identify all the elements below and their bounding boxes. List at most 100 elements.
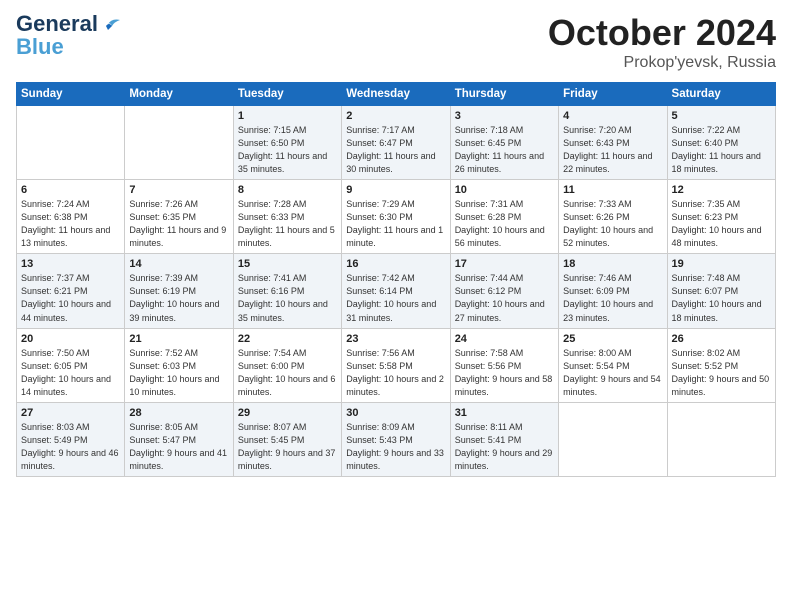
col-header-friday: Friday (559, 83, 667, 106)
day-number: 30 (346, 407, 445, 419)
day-info: Sunrise: 8:11 AMSunset: 5:41 PMDaylight:… (455, 421, 554, 473)
col-header-sunday: Sunday (17, 83, 125, 106)
day-info: Sunrise: 8:00 AMSunset: 5:54 PMDaylight:… (563, 347, 662, 399)
day-cell: 13 Sunrise: 7:37 AMSunset: 6:21 PMDayligh… (17, 254, 125, 328)
day-info: Sunrise: 7:56 AMSunset: 5:58 PMDaylight:… (346, 347, 445, 399)
day-cell: 24 Sunrise: 7:58 AMSunset: 5:56 PMDayligh… (450, 328, 558, 402)
day-number: 22 (238, 333, 337, 345)
day-cell: 17 Sunrise: 7:44 AMSunset: 6:12 PMDayligh… (450, 254, 558, 328)
month-title: October 2024 (548, 12, 776, 54)
day-info: Sunrise: 7:18 AMSunset: 6:45 PMDaylight:… (455, 124, 554, 176)
day-info: Sunrise: 8:02 AMSunset: 5:52 PMDaylight:… (672, 347, 771, 399)
week-row-5: 27 Sunrise: 8:03 AMSunset: 5:49 PMDayligh… (17, 402, 776, 476)
week-row-4: 20Sunrise: 7:50 AMSunset: 6:05 PMDayligh… (17, 328, 776, 402)
col-header-thursday: Thursday (450, 83, 558, 106)
day-number: 15 (238, 258, 337, 270)
day-cell: 16 Sunrise: 7:42 AMSunset: 6:14 PMDayligh… (342, 254, 450, 328)
day-number: 27 (21, 407, 120, 419)
day-cell: 9Sunrise: 7:29 AMSunset: 6:30 PMDaylight… (342, 180, 450, 254)
day-number: 9 (346, 184, 445, 196)
day-info: Sunrise: 7:37 AMSunset: 6:21 PMDaylight:… (21, 272, 120, 324)
day-number: 5 (672, 110, 771, 122)
day-info: Sunrise: 7:42 AMSunset: 6:14 PMDaylight:… (346, 272, 445, 324)
day-info: Sunrise: 7:58 AMSunset: 5:56 PMDaylight:… (455, 347, 554, 399)
day-cell: 1 Sunrise: 7:15 AMSunset: 6:50 PMDaylight… (233, 106, 341, 180)
col-header-tuesday: Tuesday (233, 83, 341, 106)
day-number: 31 (455, 407, 554, 419)
day-number: 19 (672, 258, 771, 270)
location: Prokop'yevsk, Russia (548, 54, 776, 72)
day-cell (667, 402, 775, 476)
day-number: 8 (238, 184, 337, 196)
day-cell: 11 Sunrise: 7:33 AMSunset: 6:26 PMDayligh… (559, 180, 667, 254)
day-cell: 7Sunrise: 7:26 AMSunset: 6:35 PMDaylight… (125, 180, 233, 254)
day-cell: 2 Sunrise: 7:17 AMSunset: 6:47 PMDaylight… (342, 106, 450, 180)
day-number: 14 (129, 258, 228, 270)
day-cell (125, 106, 233, 180)
day-cell: 27 Sunrise: 8:03 AMSunset: 5:49 PMDayligh… (17, 402, 125, 476)
calendar-table: SundayMondayTuesdayWednesdayThursdayFrid… (16, 82, 776, 477)
day-number: 10 (455, 184, 554, 196)
day-info: Sunrise: 7:28 AMSunset: 6:33 PMDaylight:… (238, 198, 337, 250)
day-number: 17 (455, 258, 554, 270)
page-container: General Blue October 2024 Prokop'yevsk, … (0, 0, 792, 485)
day-info: Sunrise: 7:15 AMSunset: 6:50 PMDaylight:… (238, 124, 337, 176)
col-header-saturday: Saturday (667, 83, 775, 106)
day-info: Sunrise: 8:07 AMSunset: 5:45 PMDaylight:… (238, 421, 337, 473)
day-number: 6 (21, 184, 120, 196)
day-cell: 22 Sunrise: 7:54 AMSunset: 6:00 PMDayligh… (233, 328, 341, 402)
day-info: Sunrise: 7:35 AMSunset: 6:23 PMDaylight:… (672, 198, 771, 250)
day-number: 29 (238, 407, 337, 419)
day-cell: 6 Sunrise: 7:24 AMSunset: 6:38 PMDaylight… (17, 180, 125, 254)
day-number: 11 (563, 184, 662, 196)
day-cell: 3 Sunrise: 7:18 AMSunset: 6:45 PMDaylight… (450, 106, 558, 180)
day-info: Sunrise: 7:41 AMSunset: 6:16 PMDaylight:… (238, 272, 337, 324)
day-info: Sunrise: 7:31 AMSunset: 6:28 PMDaylight:… (455, 198, 554, 250)
week-row-1: 1 Sunrise: 7:15 AMSunset: 6:50 PMDaylight… (17, 106, 776, 180)
day-info: Sunrise: 7:33 AMSunset: 6:26 PMDaylight:… (563, 198, 662, 250)
day-cell: 23Sunrise: 7:56 AMSunset: 5:58 PMDayligh… (342, 328, 450, 402)
logo: General Blue (16, 12, 122, 58)
week-row-2: 6 Sunrise: 7:24 AMSunset: 6:38 PMDaylight… (17, 180, 776, 254)
day-number: 1 (238, 110, 337, 122)
day-number: 13 (21, 258, 120, 270)
logo-bird-icon (100, 16, 122, 32)
day-cell: 12 Sunrise: 7:35 AMSunset: 6:23 PMDayligh… (667, 180, 775, 254)
logo-general: General (16, 11, 98, 36)
day-cell: 30Sunrise: 8:09 AMSunset: 5:43 PMDayligh… (342, 402, 450, 476)
day-number: 16 (346, 258, 445, 270)
page-header: General Blue October 2024 Prokop'yevsk, … (16, 12, 776, 72)
day-info: Sunrise: 7:46 AMSunset: 6:09 PMDaylight:… (563, 272, 662, 324)
day-cell (17, 106, 125, 180)
day-info: Sunrise: 7:22 AMSunset: 6:40 PMDaylight:… (672, 124, 771, 176)
day-cell: 8 Sunrise: 7:28 AMSunset: 6:33 PMDaylight… (233, 180, 341, 254)
day-number: 28 (129, 407, 228, 419)
col-header-monday: Monday (125, 83, 233, 106)
day-cell: 31 Sunrise: 8:11 AMSunset: 5:41 PMDayligh… (450, 402, 558, 476)
col-header-wednesday: Wednesday (342, 83, 450, 106)
day-cell: 20Sunrise: 7:50 AMSunset: 6:05 PMDayligh… (17, 328, 125, 402)
day-number: 18 (563, 258, 662, 270)
day-number: 3 (455, 110, 554, 122)
day-cell: 10 Sunrise: 7:31 AMSunset: 6:28 PMDayligh… (450, 180, 558, 254)
day-number: 4 (563, 110, 662, 122)
day-info: Sunrise: 7:54 AMSunset: 6:00 PMDaylight:… (238, 347, 337, 399)
day-cell: 15 Sunrise: 7:41 AMSunset: 6:16 PMDayligh… (233, 254, 341, 328)
day-number: 21 (129, 333, 228, 345)
day-info: Sunrise: 8:03 AMSunset: 5:49 PMDaylight:… (21, 421, 120, 473)
day-info: Sunrise: 7:52 AMSunset: 6:03 PMDaylight:… (129, 347, 228, 399)
day-number: 12 (672, 184, 771, 196)
day-cell: 25Sunrise: 8:00 AMSunset: 5:54 PMDayligh… (559, 328, 667, 402)
day-cell: 26Sunrise: 8:02 AMSunset: 5:52 PMDayligh… (667, 328, 775, 402)
day-info: Sunrise: 7:48 AMSunset: 6:07 PMDaylight:… (672, 272, 771, 324)
day-info: Sunrise: 7:17 AMSunset: 6:47 PMDaylight:… (346, 124, 445, 176)
week-row-3: 13 Sunrise: 7:37 AMSunset: 6:21 PMDayligh… (17, 254, 776, 328)
day-info: Sunrise: 7:24 AMSunset: 6:38 PMDaylight:… (21, 198, 120, 250)
day-number: 2 (346, 110, 445, 122)
day-number: 7 (129, 184, 228, 196)
day-number: 24 (455, 333, 554, 345)
day-number: 20 (21, 333, 120, 345)
title-block: October 2024 Prokop'yevsk, Russia (548, 12, 776, 72)
day-info: Sunrise: 7:44 AMSunset: 6:12 PMDaylight:… (455, 272, 554, 324)
day-cell: 19 Sunrise: 7:48 AMSunset: 6:07 PMDayligh… (667, 254, 775, 328)
